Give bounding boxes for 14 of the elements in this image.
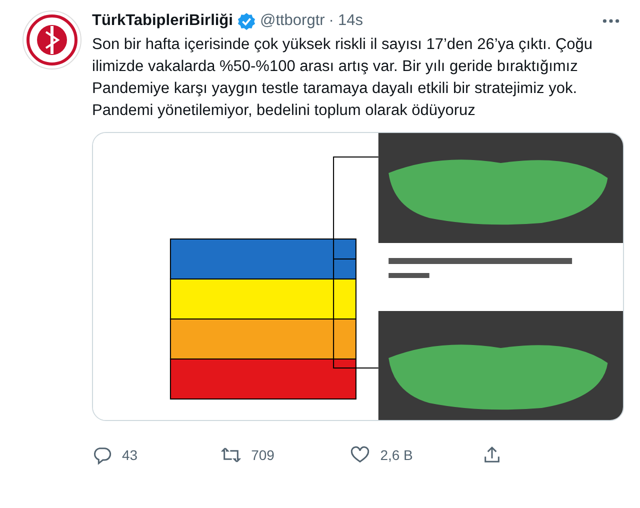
more-icon[interactable] bbox=[602, 18, 620, 24]
heart-icon[interactable] bbox=[350, 445, 370, 465]
reply-icon[interactable] bbox=[92, 445, 112, 465]
tweet-time[interactable]: 14s bbox=[338, 12, 363, 30]
action-count: 709 bbox=[251, 447, 274, 463]
user-handle[interactable]: @ttborgtr bbox=[260, 12, 325, 30]
tweet-text: Son bir hafta içerisinde çok yüksek riskli il sayısı 17’den 26’ya çıktı. Çoğu ilimizde vakalarda %50-%100 arası artış var. Bir yılı geride bıraktığımız Pandemiye karşı yaygın testle taramaya dayalı etkili bir stratejimiz yok. Pandemi yönetilemiyor, bedelini toplum olarak ödüyoruz bbox=[92, 35, 594, 121]
separator-dot: · bbox=[328, 12, 334, 30]
user-name[interactable]: TürkTabipleriBirliği bbox=[92, 12, 233, 30]
action-count: 2,6 B bbox=[380, 447, 413, 463]
retweet-icon[interactable] bbox=[221, 445, 242, 465]
action-count: 43 bbox=[122, 447, 138, 463]
share-icon[interactable] bbox=[482, 445, 502, 465]
avatar[interactable] bbox=[22, 10, 82, 70]
